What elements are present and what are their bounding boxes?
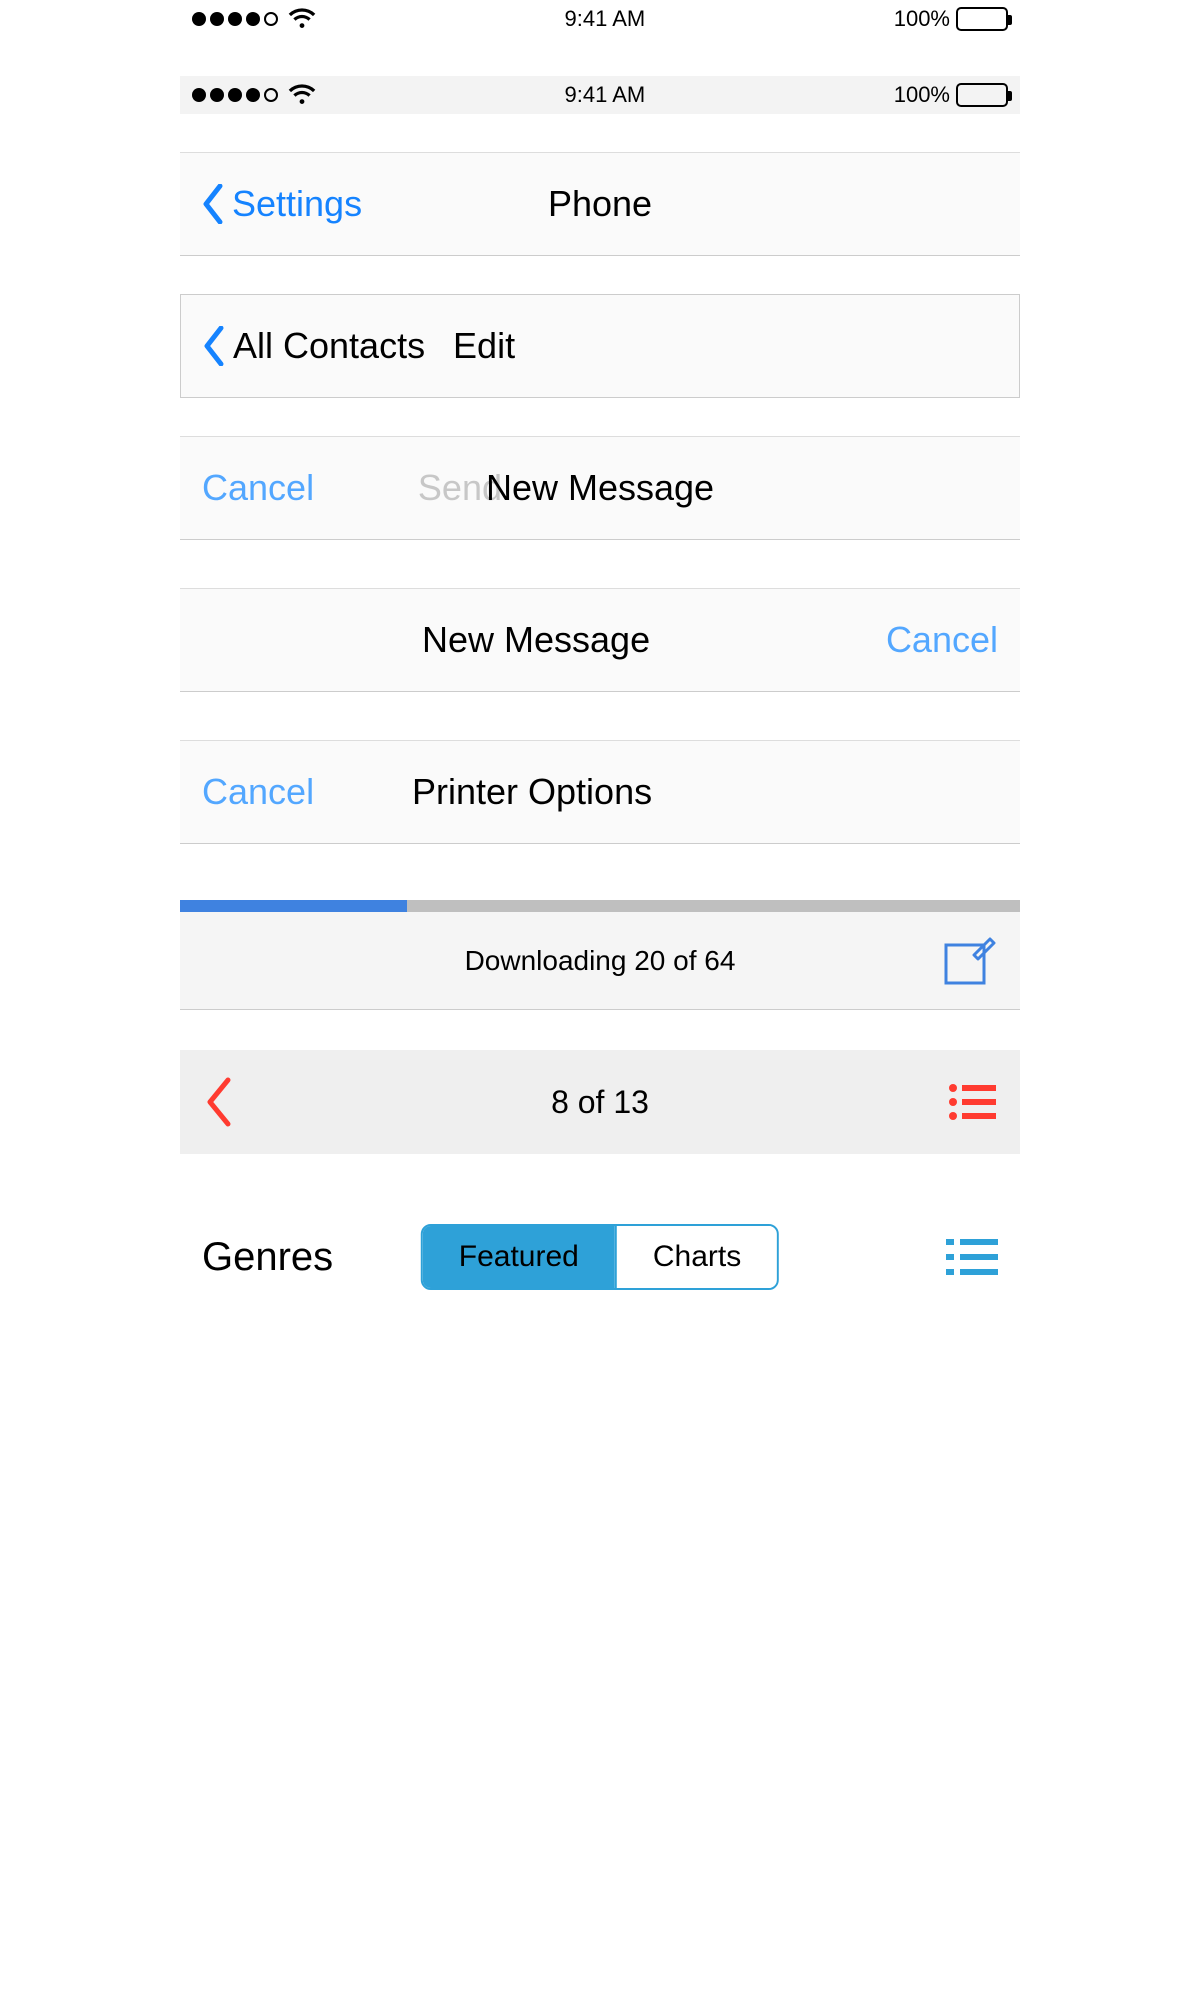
back-button[interactable]: All Contacts (203, 325, 425, 367)
chevron-left-icon (202, 184, 224, 224)
navbar-new-message-2: New Message Cancel (180, 588, 1020, 692)
navbar-title: Printer Options (352, 771, 998, 813)
pager-bar: 8 of 13 (180, 1050, 1020, 1154)
back-label: Settings (232, 183, 362, 225)
download-progress-track (180, 900, 1020, 912)
battery-percent: 100% (894, 6, 950, 32)
edit-button[interactable]: Edit (453, 325, 515, 367)
signal-cluster (192, 8, 316, 30)
cell-signal-dots-icon (192, 88, 278, 102)
chevron-left-icon (203, 326, 225, 366)
download-status-text: Downloading 20 of 64 (465, 945, 736, 977)
segmented-control: Featured Charts (421, 1224, 779, 1290)
cancel-button[interactable]: Cancel (886, 619, 998, 661)
segment-charts[interactable]: Charts (615, 1226, 777, 1288)
pager-back-button[interactable] (204, 1076, 234, 1128)
back-button[interactable]: Settings (202, 183, 382, 225)
download-progress-fill (180, 900, 407, 912)
status-bar-light: 9:41 AM 100% (180, 0, 1020, 38)
cell-signal-dots-icon (192, 12, 278, 26)
status-bar-dark: 9:41 AM 100% (180, 76, 1020, 114)
cancel-button[interactable]: Cancel (202, 771, 314, 813)
compose-button[interactable] (940, 933, 996, 989)
ios-navbar-gallery: 9:41 AM 100% 9:41 AM 100% Settings (180, 0, 1020, 1312)
status-time: 9:41 AM (565, 6, 646, 32)
signal-cluster (192, 84, 316, 106)
battery-cluster: 100% (894, 82, 1008, 108)
battery-icon (956, 7, 1008, 31)
segment-featured[interactable]: Featured (423, 1226, 615, 1288)
genres-toolbar: Genres Featured Charts (180, 1202, 1020, 1312)
battery-icon (956, 83, 1008, 107)
navbar-new-message-1: Cancel New Message Send (180, 436, 1020, 540)
navbar-printer-options: Cancel Printer Options (180, 740, 1020, 844)
battery-cluster: 100% (894, 6, 1008, 32)
battery-percent: 100% (894, 82, 950, 108)
cancel-button[interactable]: Cancel (202, 467, 314, 509)
download-status-bar: Downloading 20 of 64 (180, 912, 1020, 1010)
genres-label[interactable]: Genres (202, 1235, 333, 1280)
navbar-all-contacts: All Contacts Edit (180, 294, 1020, 398)
send-button-disabled: Send (418, 467, 502, 509)
wifi-icon (288, 8, 316, 30)
list-button[interactable] (948, 1082, 996, 1122)
pager-text: 8 of 13 (551, 1084, 649, 1121)
status-time: 9:41 AM (565, 82, 646, 108)
wifi-icon (288, 84, 316, 106)
navbar-settings-phone: Settings Phone (180, 152, 1020, 256)
list-button[interactable] (946, 1237, 998, 1277)
back-label: All Contacts (233, 325, 425, 367)
navbar-title: New Message (202, 619, 858, 661)
